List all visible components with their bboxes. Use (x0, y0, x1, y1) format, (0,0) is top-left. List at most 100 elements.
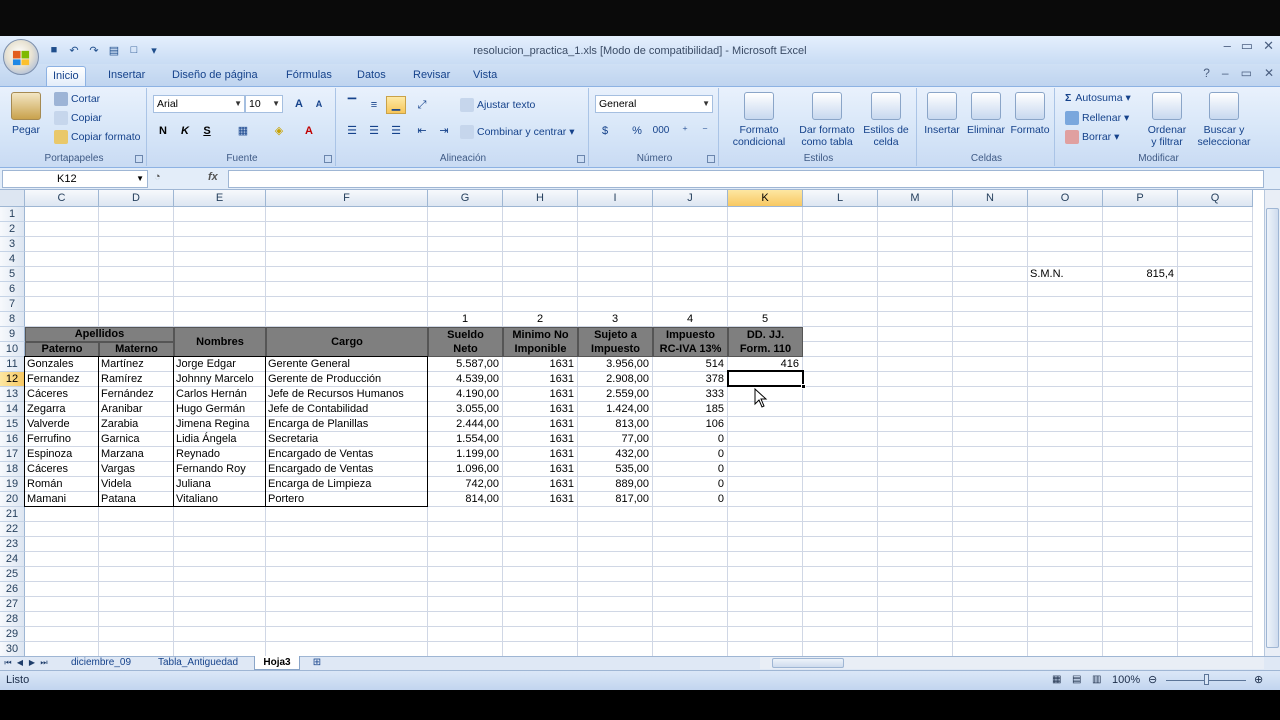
zoom-in-icon[interactable]: ⊕ (1254, 673, 1263, 686)
row-header-9[interactable]: 9 (0, 327, 25, 342)
align-bottom-icon[interactable]: ▁ (386, 96, 406, 114)
font-size-select[interactable]: 10 ▼ (245, 95, 283, 113)
row-header-10[interactable]: 10 (0, 342, 25, 357)
format-as-table-button[interactable]: Dar formato como tabla (795, 92, 859, 148)
row-header-3[interactable]: 3 (0, 237, 25, 252)
insert-function-button[interactable]: fx (208, 171, 218, 183)
row-header-24[interactable]: 24 (0, 552, 25, 567)
last-sheet-icon[interactable]: ⏭ (39, 657, 49, 669)
number-launcher-icon[interactable] (707, 155, 715, 163)
row-header-6[interactable]: 6 (0, 282, 25, 297)
paste-button[interactable]: Pegar (6, 92, 46, 136)
font-name-select[interactable]: Arial ▼ (153, 95, 245, 113)
autosum-button[interactable]: Σ Autosuma ▾ (1065, 92, 1131, 104)
minimize-icon[interactable]: – (1224, 38, 1231, 54)
column-header-o[interactable]: O (1028, 190, 1103, 207)
doc-restore-icon[interactable]: ▭ (1241, 66, 1252, 80)
copy-button[interactable]: Copiar (54, 111, 102, 125)
row-header-8[interactable]: 8 (0, 312, 25, 327)
first-sheet-icon[interactable]: ⏮ (3, 657, 13, 669)
row-header-4[interactable]: 4 (0, 252, 25, 267)
restore-icon[interactable]: ▭ (1241, 38, 1253, 54)
select-all-corner[interactable] (0, 190, 25, 207)
column-header-k[interactable]: K (728, 190, 803, 207)
column-header-d[interactable]: D (99, 190, 174, 207)
column-header-g[interactable]: G (428, 190, 503, 207)
tab-datos[interactable]: Datos (351, 66, 392, 86)
insert-cells-button[interactable]: Insertar (921, 92, 963, 136)
column-header-j[interactable]: J (653, 190, 728, 207)
row-header-5[interactable]: 5 (0, 267, 25, 282)
orientation-icon[interactable]: ⤢ (412, 96, 432, 114)
clipboard-launcher-icon[interactable] (135, 155, 143, 163)
bold-button[interactable]: N (153, 122, 173, 140)
tab-insertar[interactable]: Insertar (102, 66, 151, 86)
column-header-i[interactable]: I (578, 190, 653, 207)
align-top-icon[interactable]: ▔ (342, 96, 362, 114)
page-layout-view-icon[interactable]: ▤ (1072, 674, 1081, 685)
horizontal-scrollbar[interactable] (760, 657, 1264, 669)
worksheet-grid[interactable]: C D E F G H I J K L M N O P Q 1 2 3 4 5 6 7 8 9 10 11 12 13 14 15 16 17… (0, 190, 1264, 656)
percent-button[interactable]: % (627, 122, 647, 140)
row-header-7[interactable]: 7 (0, 297, 25, 312)
align-center-icon[interactable]: ☰ (364, 122, 384, 140)
merge-center-button[interactable]: Combinar y centrar ▾ (460, 125, 574, 139)
grow-font-icon[interactable]: A (289, 95, 309, 113)
align-right-icon[interactable]: ☰ (386, 122, 406, 140)
fill-handle[interactable] (801, 384, 806, 389)
align-middle-icon[interactable]: ≡ (364, 96, 384, 114)
font-color-icon[interactable]: A (299, 122, 319, 140)
row-header-11[interactable]: 11 (0, 357, 25, 372)
row-header-18[interactable]: 18 (0, 462, 25, 477)
help-icon[interactable]: ? (1203, 66, 1210, 80)
selected-cell-k12[interactable] (727, 370, 806, 389)
increase-decimal-icon[interactable]: ⁺ (675, 122, 695, 140)
formula-options-icon[interactable]: ◔ (154, 171, 161, 183)
format-painter-button[interactable]: Copiar formato (54, 130, 140, 144)
column-header-p[interactable]: P (1103, 190, 1178, 207)
vertical-scroll-thumb[interactable] (1266, 208, 1279, 648)
row-header-2[interactable]: 2 (0, 222, 25, 237)
decrease-indent-icon[interactable]: ⇤ (412, 122, 432, 140)
column-header-m[interactable]: M (878, 190, 953, 207)
fill-color-icon[interactable]: ◈ (269, 122, 289, 140)
row-header-20[interactable]: 20 (0, 492, 25, 507)
row-header-30[interactable]: 30 (0, 642, 25, 656)
horizontal-scroll-thumb[interactable] (772, 658, 844, 668)
column-header-c[interactable]: C (25, 190, 99, 207)
chevron-down-icon[interactable]: ▼ (136, 171, 144, 187)
number-format-select[interactable]: General ▼ (595, 95, 713, 113)
doc-minimize-icon[interactable]: – (1222, 66, 1229, 80)
column-header-f[interactable]: F (266, 190, 428, 207)
row-header-1[interactable]: 1 (0, 207, 25, 222)
column-header-l[interactable]: L (803, 190, 878, 207)
decrease-decimal-icon[interactable]: ⁻ (695, 122, 715, 140)
tab-inicio[interactable]: Inicio (46, 66, 86, 86)
tab-diseno-pagina[interactable]: Diseño de página (166, 66, 264, 86)
column-header-e[interactable]: E (174, 190, 266, 207)
page-break-view-icon[interactable]: ▥ (1092, 674, 1101, 685)
sheet-tab-tabla-antiguedad[interactable]: Tabla_Antiguedad (150, 656, 246, 670)
row-header-14[interactable]: 14 (0, 402, 25, 417)
normal-view-icon[interactable]: ▦ (1052, 674, 1061, 685)
insert-sheet-icon[interactable]: ⊞ (306, 656, 328, 670)
row-header-16[interactable]: 16 (0, 432, 25, 447)
sheet-tab-hoja3[interactable]: Hoja3 (254, 656, 300, 670)
sort-filter-button[interactable]: Ordenar y filtrar (1145, 92, 1189, 148)
tab-vista[interactable]: Vista (467, 66, 503, 86)
row-header-25[interactable]: 25 (0, 567, 25, 582)
row-header-23[interactable]: 23 (0, 537, 25, 552)
close-icon[interactable]: ✕ (1263, 38, 1274, 54)
zoom-level[interactable]: 100% (1112, 674, 1140, 686)
find-select-button[interactable]: Buscar y seleccionar (1191, 92, 1257, 148)
clear-button[interactable]: Borrar ▾ (1065, 130, 1119, 144)
wrap-text-button[interactable]: Ajustar texto (460, 98, 535, 112)
name-box[interactable]: K12 ▼ (2, 170, 148, 188)
column-header-q[interactable]: Q (1178, 190, 1253, 207)
borders-icon[interactable]: ▦ (233, 122, 253, 140)
column-header-h[interactable]: H (503, 190, 578, 207)
fill-button[interactable]: Rellenar ▾ (1065, 111, 1129, 125)
tab-revisar[interactable]: Revisar (407, 66, 456, 86)
format-cells-button[interactable]: Formato (1009, 92, 1051, 136)
doc-close-icon[interactable]: ✕ (1264, 66, 1274, 80)
